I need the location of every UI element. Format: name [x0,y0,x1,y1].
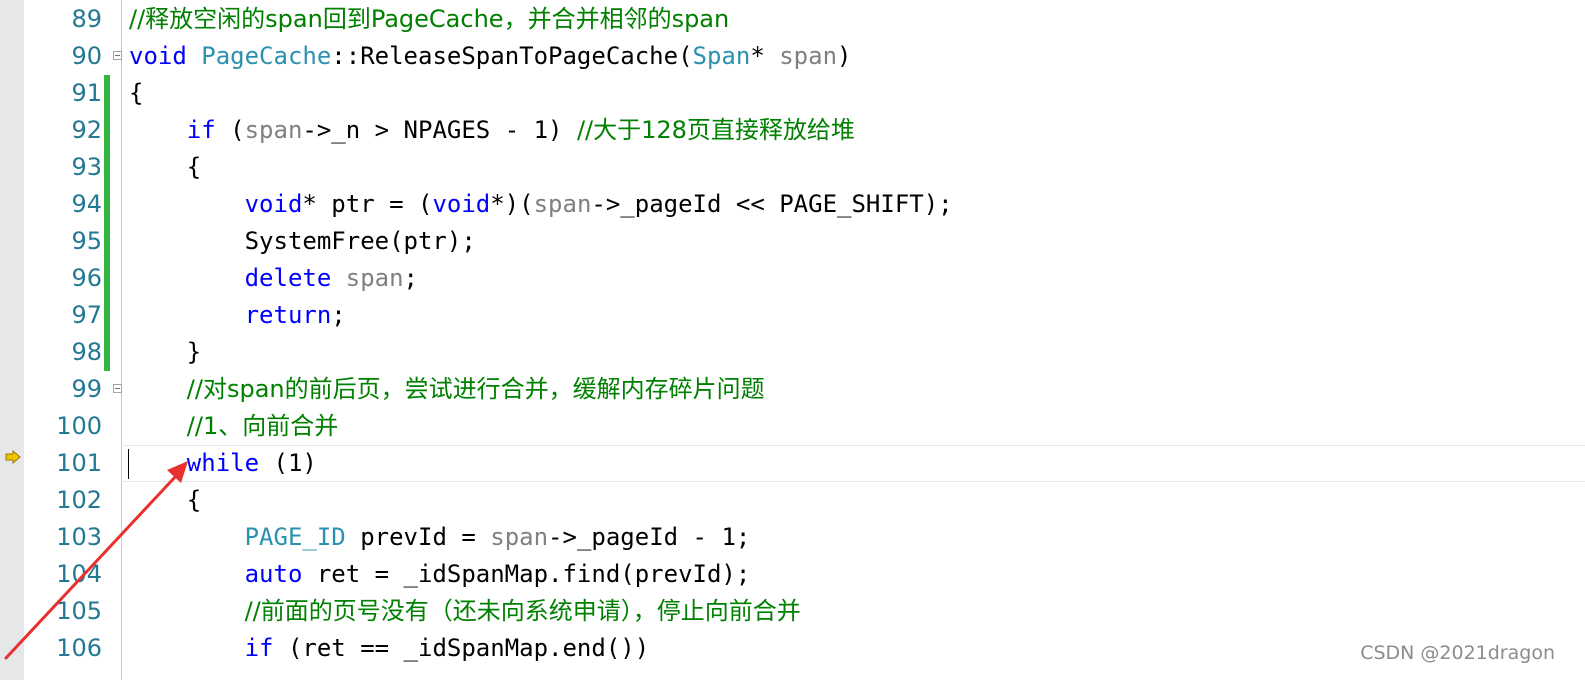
watermark: CSDN @2021dragon [1360,642,1555,664]
red-annotation-arrow-icon [4,461,188,660]
code-editor[interactable]: 89//释放空闲的span回到PageCache，并合并相邻的span 90 voi… [0,0,1585,680]
